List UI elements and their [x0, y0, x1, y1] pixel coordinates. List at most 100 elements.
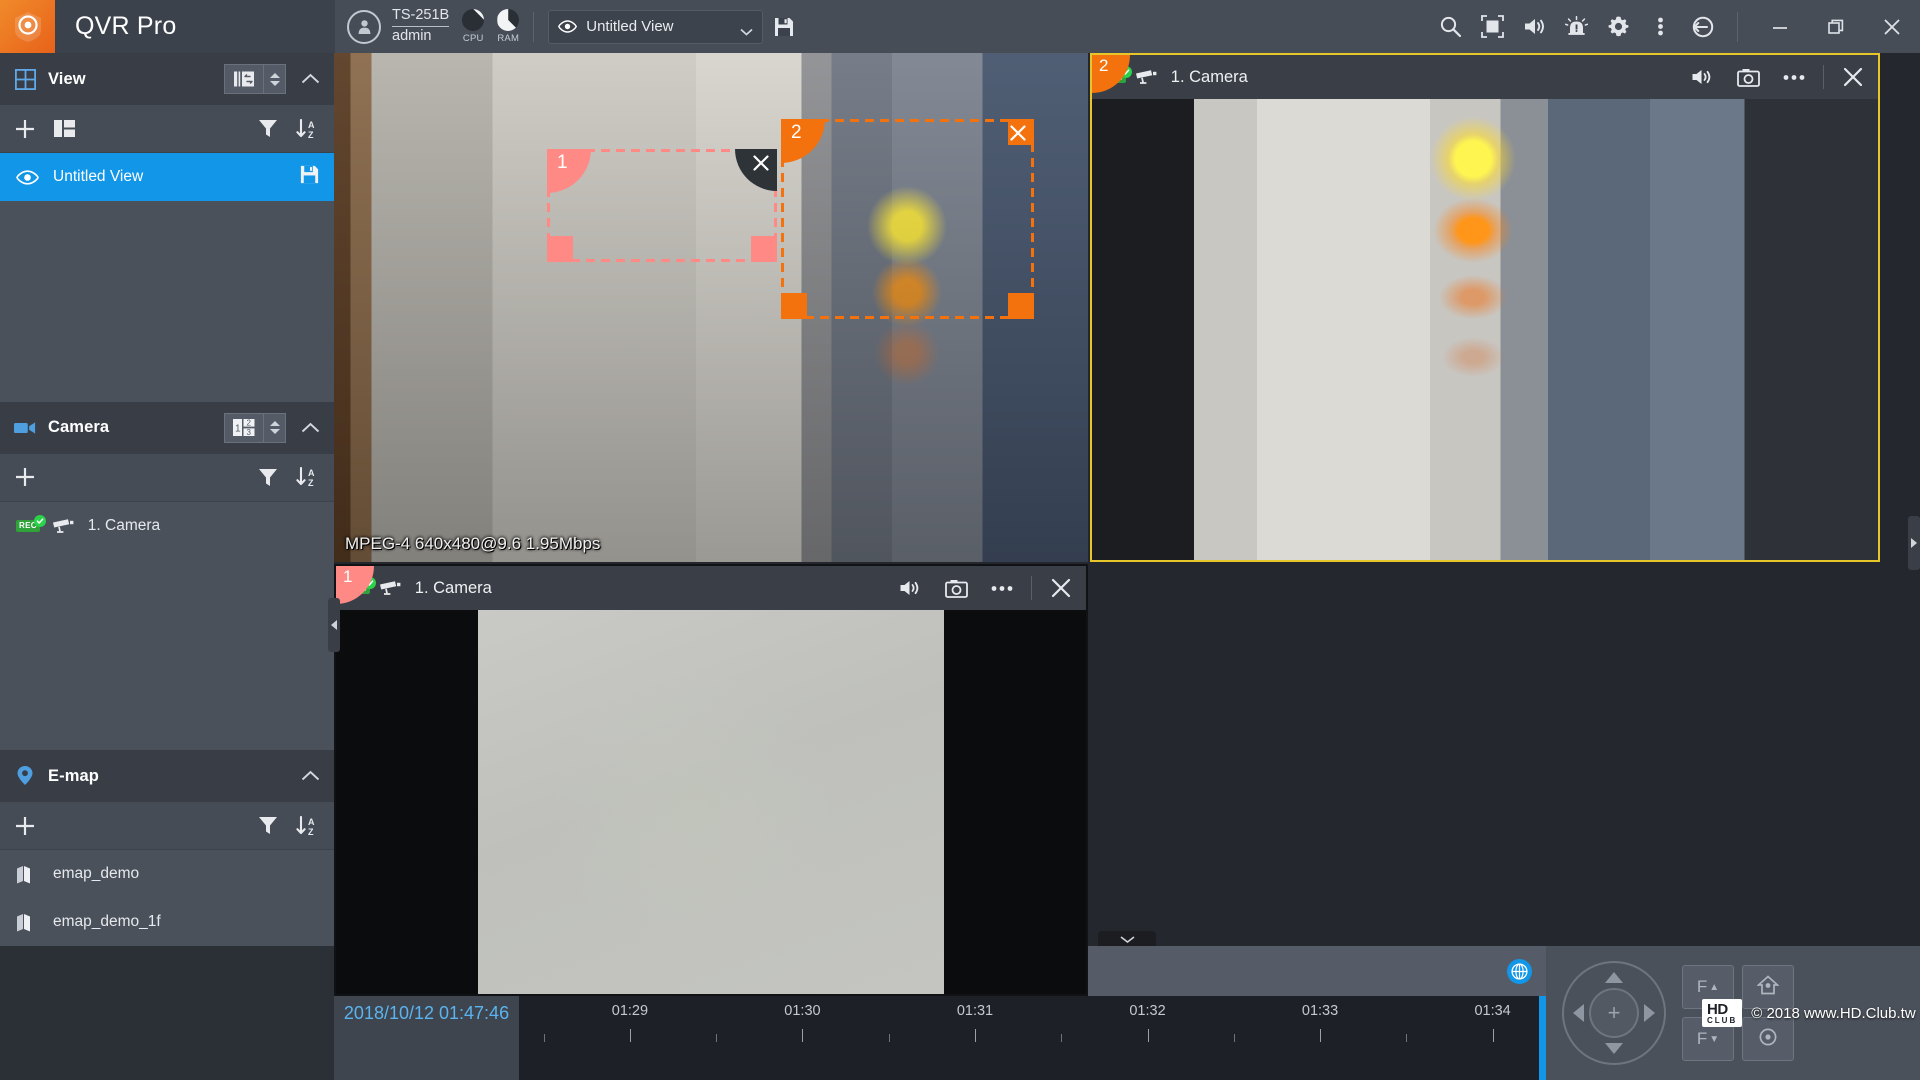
emap-list-item-demo[interactable]: emap_demo	[0, 850, 334, 898]
timeline-tick-label: 01:34	[1474, 1003, 1510, 1019]
eye-icon	[16, 170, 42, 185]
camera-pane-video	[336, 610, 1086, 994]
ptz-dpad-icon[interactable]: +	[1562, 961, 1666, 1065]
ptz-preset-button[interactable]	[1742, 1017, 1794, 1061]
fullscreen-icon[interactable]	[1471, 0, 1513, 53]
view-layout-blocks-icon[interactable]	[54, 120, 75, 137]
chevron-up-icon[interactable]	[298, 422, 322, 434]
camera-video-feed	[1092, 99, 1878, 560]
user-account: admin	[392, 27, 449, 46]
volume-icon[interactable]	[1513, 0, 1555, 53]
view-layout-spinner[interactable]	[264, 64, 286, 94]
ptz-right-button[interactable]	[1644, 1004, 1655, 1022]
ptz-home-button[interactable]	[1742, 965, 1794, 1009]
svg-text:Z: Z	[308, 478, 314, 487]
pane-snapshot-icon[interactable]	[1729, 55, 1767, 99]
live-source-pane[interactable]: 1 2	[334, 53, 1088, 562]
camera-pane-bottom[interactable]: REC 1. Camera	[334, 564, 1088, 996]
pane-volume-icon[interactable]	[1683, 55, 1721, 99]
search-icon[interactable]	[1429, 0, 1471, 53]
add-view-button[interactable]	[14, 118, 36, 140]
svg-text:A: A	[308, 468, 315, 478]
view-list-item-untitled[interactable]: Untitled View	[0, 153, 334, 201]
timeline-track[interactable]: 01:29 01:30 01:31 01:32 01:33 01:34	[519, 996, 1546, 1080]
grid-view-icon	[14, 69, 36, 90]
sidebar-collapse-handle[interactable]	[328, 598, 340, 652]
region-1-close-icon[interactable]	[735, 149, 777, 191]
emap-list-item-demo-1f[interactable]: emap_demo_1f	[0, 898, 334, 946]
ptz-focus-far-button[interactable]: F▲	[1682, 965, 1734, 1009]
add-emap-button[interactable]	[14, 815, 36, 837]
pane-more-icon[interactable]	[1775, 55, 1813, 99]
ptz-down-button[interactable]	[1605, 1043, 1623, 1054]
close-button[interactable]	[1864, 0, 1920, 53]
globe-icon[interactable]	[1507, 959, 1532, 984]
pane-more-icon[interactable]	[983, 566, 1021, 610]
camera-pane-title: 1. Camera	[1171, 68, 1248, 87]
alarm-icon[interactable]	[1555, 0, 1597, 53]
cctv-camera-icon	[1134, 68, 1160, 86]
map-icon	[16, 913, 42, 932]
ptz-focus-near-button[interactable]: F▼	[1682, 1017, 1734, 1061]
save-floppy-icon[interactable]	[299, 164, 320, 190]
chevron-up-icon[interactable]	[298, 770, 322, 782]
home-icon	[1757, 975, 1779, 1000]
region-2-close-icon[interactable]	[992, 119, 1034, 161]
ptz-up-button[interactable]	[1605, 972, 1623, 983]
region-selection-1[interactable]: 1	[547, 149, 777, 262]
sidebar-section-emap-header[interactable]: E-map	[0, 750, 334, 802]
chevron-right-icon	[1911, 538, 1917, 548]
svg-text:2: 2	[247, 419, 252, 428]
camera-stream-stepper[interactable]: 123	[224, 413, 286, 443]
user-info[interactable]: TS-251B admin	[347, 7, 449, 45]
sidebar-section-camera-header[interactable]: Camera 123	[0, 402, 334, 454]
camera-stream-spinner[interactable]	[264, 413, 286, 443]
sort-az-button[interactable]: AZ	[296, 119, 318, 139]
region-2-number: 2	[781, 119, 825, 163]
timeline-strip[interactable]: 2018/10/12 01:47:46 01:29 01:30 01:31 01…	[334, 996, 1546, 1080]
sidebar-view-toolbar: AZ	[0, 105, 334, 153]
view-list: Untitled View	[0, 153, 334, 402]
sidebar-section-view-header[interactable]: View	[0, 53, 334, 105]
camera-pane-top-right[interactable]: REC 1. Camera	[1090, 53, 1880, 562]
main-area: 1 2	[334, 53, 1920, 946]
pane-close-icon[interactable]	[1834, 55, 1872, 99]
minimize-button[interactable]	[1752, 0, 1808, 53]
filter-button[interactable]	[258, 119, 278, 138]
chevron-up-icon[interactable]	[298, 73, 322, 85]
sort-az-button[interactable]: AZ	[296, 816, 318, 836]
caret-up-icon	[270, 73, 280, 78]
map-pin-icon	[14, 765, 36, 787]
chevron-down-icon	[740, 23, 753, 31]
sort-az-button[interactable]: AZ	[296, 467, 318, 487]
qvr-shield-icon	[13, 11, 43, 43]
pane-volume-icon[interactable]	[891, 566, 929, 610]
cctv-camera-icon	[51, 517, 77, 535]
caret-down-icon	[270, 429, 280, 434]
filter-button[interactable]	[258, 468, 278, 487]
timeline-playhead[interactable]	[1539, 996, 1546, 1080]
restore-button[interactable]	[1808, 0, 1864, 53]
video-osd-text: MPEG-4 640x480@9.6 1.95Mbps	[345, 534, 600, 554]
gear-icon[interactable]	[1597, 0, 1639, 53]
right-panel-expand-handle[interactable]	[1908, 516, 1920, 570]
pane-close-icon[interactable]	[1042, 566, 1080, 610]
grid-collapse-handle[interactable]	[1098, 931, 1156, 946]
region-selection-2[interactable]: 2	[781, 119, 1034, 319]
camera-list-item-1[interactable]: REC 1. Camera	[0, 502, 334, 550]
ptz-left-button[interactable]	[1573, 1004, 1584, 1022]
pane-region-badge-2: 2	[1092, 55, 1130, 93]
pane-snapshot-icon[interactable]	[937, 566, 975, 610]
view-layout-stepper[interactable]	[224, 64, 286, 94]
logout-icon[interactable]	[1681, 0, 1723, 53]
timeline-tick-label: 01:30	[784, 1003, 820, 1019]
view-selector-dropdown[interactable]: Untitled View	[548, 10, 763, 44]
more-vertical-icon[interactable]	[1639, 0, 1681, 53]
view-selector-value: Untitled View	[586, 18, 731, 35]
ptz-center-button[interactable]: +	[1589, 988, 1639, 1038]
filter-button[interactable]	[258, 816, 278, 835]
save-view-button[interactable]	[763, 0, 805, 53]
camera-pane-video	[1092, 99, 1878, 560]
add-camera-button[interactable]	[14, 466, 36, 488]
recording-status-dot	[34, 515, 46, 527]
